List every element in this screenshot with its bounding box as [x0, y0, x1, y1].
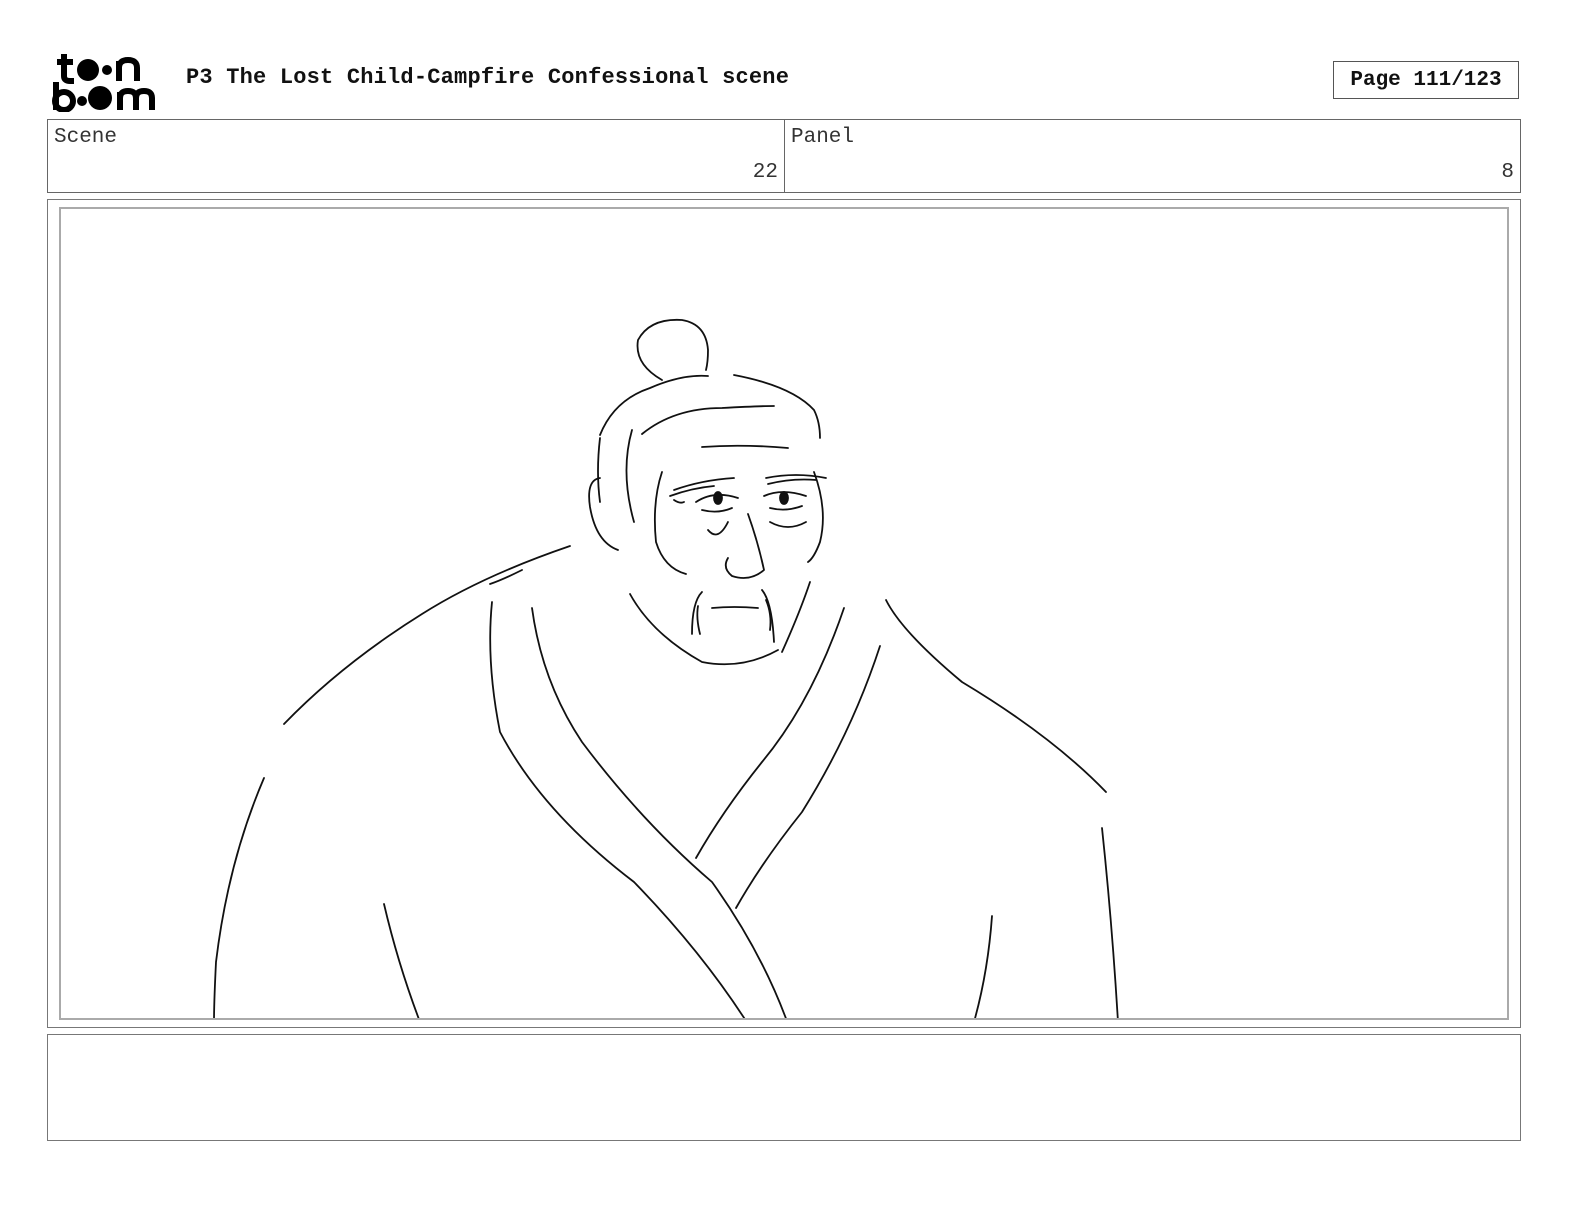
page-indicator: Page 111/123: [1333, 61, 1519, 99]
notes-box: [47, 1034, 1521, 1141]
document-title: P3 The Lost Child-Campfire Confessional …: [186, 65, 790, 90]
scene-panel-info: Scene 22 Panel 8: [47, 119, 1521, 193]
scene-cell: Scene 22: [48, 120, 785, 192]
scene-label: Scene: [54, 126, 118, 149]
toon-boom-logo: [50, 50, 165, 113]
panel-cell: Panel 8: [785, 120, 1520, 192]
old-man-sketch: [213, 318, 1119, 1018]
panel-label: Panel: [791, 126, 855, 149]
scene-number: 22: [752, 161, 778, 184]
storyboard-drawing: [59, 207, 1509, 1020]
panel-number: 8: [1501, 161, 1514, 184]
